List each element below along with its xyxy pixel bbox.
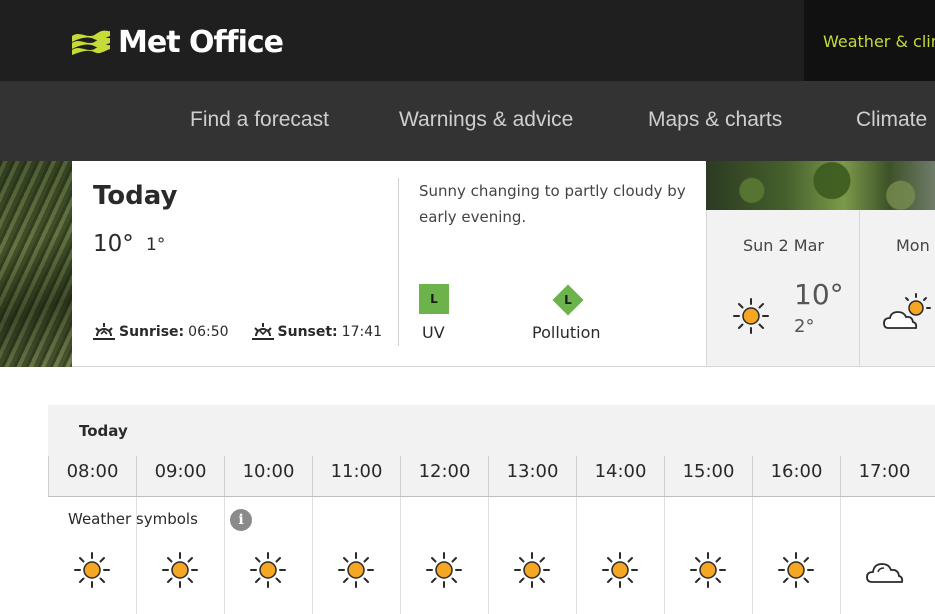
- nav-find-a-forecast[interactable]: Find a forecast: [190, 108, 329, 132]
- info-icon[interactable]: i: [230, 509, 252, 531]
- hour-time-cell: 14:00: [576, 456, 664, 496]
- weather-climate-link[interactable]: Weather & clim: [804, 0, 935, 81]
- sun-icon: [426, 552, 462, 588]
- hour-time-cell: 10:00: [224, 456, 312, 496]
- sunrise-label: Sunrise:: [119, 324, 185, 340]
- day-tab-mon-3[interactable]: Mon 3: [859, 210, 935, 367]
- sunset-time: 17:41: [341, 324, 383, 340]
- hour-time-cell: 16:00: [752, 456, 840, 496]
- main-nav: Find a forecast Warnings & advice Maps &…: [0, 81, 935, 161]
- sunrise-icon: [93, 323, 115, 340]
- sun-icon: [338, 552, 374, 588]
- sunrise-sunset-row: Sunrise: 06:50 Sunset: 17:41: [93, 322, 382, 342]
- sun-cloud-icon: [883, 293, 931, 329]
- day-tab-min-temp: 2°: [794, 316, 815, 337]
- hour-time-cell: 15:00: [664, 456, 752, 496]
- hour-column-divider: [312, 497, 313, 614]
- card-divider: [398, 178, 399, 346]
- hour-time-cell: 17:00: [840, 456, 928, 496]
- site-header: Met Office Weather & clim: [0, 0, 935, 81]
- sun-icon: [162, 552, 198, 588]
- day-tab-sun-2-mar[interactable]: Sun 2 Mar 10° 2°: [706, 210, 859, 367]
- sun-icon: [778, 552, 814, 588]
- nav-warnings-advice[interactable]: Warnings & advice: [399, 108, 573, 132]
- nav-maps-charts[interactable]: Maps & charts: [648, 108, 782, 132]
- hour-time-cell: 12:00: [400, 456, 488, 496]
- weather-symbols-label: Weather symbols: [68, 510, 198, 528]
- sun-icon: [514, 552, 550, 588]
- hero-image-right: [706, 161, 935, 210]
- hourly-day-title: Today: [79, 422, 128, 440]
- pollution-level-badge[interactable]: L: [552, 284, 584, 316]
- today-max-temp: 10°: [93, 231, 134, 257]
- sun-icon: [690, 552, 726, 588]
- hour-time-cell: 09:00: [136, 456, 224, 496]
- pollution-level-text: L: [564, 293, 572, 307]
- hero-image-left: [0, 161, 72, 367]
- uv-label: UV: [422, 323, 445, 342]
- sun-icon: [602, 552, 638, 588]
- today-description: Sunny changing to partly cloudy by early…: [419, 182, 686, 226]
- met-office-logo-text: Met Office: [118, 24, 284, 60]
- hour-column-divider: [752, 497, 753, 614]
- today-title: Today: [93, 181, 178, 211]
- sun-icon: [74, 552, 110, 588]
- hour-column-divider: [840, 497, 841, 614]
- sunset-label: Sunset:: [277, 324, 338, 340]
- hour-column-divider: [400, 497, 401, 614]
- hour-column-divider: [224, 497, 225, 614]
- hourly-forecast: Today Weather symbols i 08:00 09:00 10:00 1…: [48, 405, 935, 614]
- met-office-logo-icon: [72, 30, 110, 55]
- hour-time-cell: 11:00: [312, 456, 400, 496]
- met-office-logo[interactable]: Met Office: [70, 22, 284, 62]
- day-tab-date: Mon 3: [896, 236, 935, 255]
- today-summary-card: Today 10° 1° Sunrise: 06:50 Sunset: 17:4…: [72, 161, 706, 367]
- uv-level-badge[interactable]: L: [419, 284, 449, 314]
- hour-column-divider: [136, 497, 137, 614]
- hour-column-divider: [488, 497, 489, 614]
- pollution-label: Pollution: [532, 323, 601, 342]
- sun-icon: [250, 552, 286, 588]
- sunrise-time: 06:50: [188, 324, 229, 340]
- hour-time-cell: 08:00: [48, 456, 136, 496]
- hour-column-divider: [664, 497, 665, 614]
- day-tab-date: Sun 2 Mar: [743, 236, 824, 255]
- cloud-icon: [866, 563, 904, 583]
- tabs-bottom-border: [72, 366, 935, 367]
- day-tab-max-temp: 10°: [794, 278, 844, 311]
- sunset-icon: [251, 323, 274, 340]
- hour-time-cell: 13:00: [488, 456, 576, 496]
- nav-climate[interactable]: Climate: [856, 108, 927, 132]
- sun-icon: [733, 298, 769, 334]
- today-min-temp: 1°: [146, 235, 166, 255]
- hour-column-divider: [576, 497, 577, 614]
